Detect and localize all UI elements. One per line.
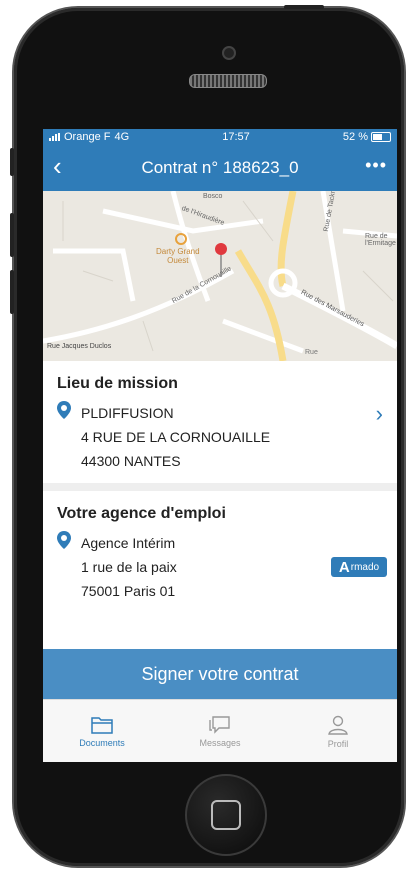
volume-button	[10, 270, 14, 314]
tab-bar: Documents Messages Profil	[43, 699, 397, 762]
front-camera	[222, 46, 236, 60]
map-label-street: Bosco	[203, 193, 223, 200]
app-screen: Orange F 4G 17:57 52 % ‹ Contrat n° 1886…	[43, 129, 397, 762]
agency-name: Agence Intérim	[81, 535, 176, 551]
chevron-right-icon[interactable]: ›	[376, 401, 383, 427]
location-pin-icon	[57, 401, 71, 419]
agency-heading: Votre agence d'emploi	[57, 505, 226, 522]
sign-contract-button[interactable]: Signer votre contrat	[43, 649, 397, 699]
logo-letter: A	[338, 558, 350, 576]
page-title: Contrat n° 188623_0	[141, 158, 299, 177]
mission-street: 4 RUE DE LA CORNOUAILLE	[81, 429, 271, 445]
nav-bar: ‹ Contrat n° 188623_0 •••	[43, 145, 397, 191]
volume-button	[10, 213, 14, 257]
map-label-street: Rue	[305, 349, 318, 356]
tab-documents[interactable]: Documents	[43, 700, 161, 762]
more-options-icon[interactable]: •••	[365, 155, 387, 176]
earpiece-speaker	[189, 74, 267, 88]
network-type: 4G	[114, 131, 130, 143]
phone-frame: Orange F 4G 17:57 52 % ‹ Contrat n° 1886…	[10, 5, 404, 866]
agency-logo: Armado	[331, 557, 387, 577]
map-label-street: Rue Jacques Duclos	[47, 343, 112, 350]
volume-button	[10, 148, 14, 176]
folder-icon	[91, 716, 113, 734]
back-chevron-icon[interactable]: ‹	[53, 153, 62, 179]
tab-profile[interactable]: Profil	[279, 700, 397, 762]
tab-label: Messages	[199, 737, 241, 748]
map-label-poi: Darty Grand Ouest	[156, 247, 200, 265]
user-icon	[328, 715, 348, 735]
chat-icon	[209, 715, 230, 734]
mission-heading: Lieu de mission	[57, 375, 178, 392]
location-map[interactable]: Darty Grand Ouest Bosco Rue de la Cornou…	[43, 191, 397, 361]
agency-section: Votre agence d'emploi Agence Intérim 1 r…	[43, 491, 397, 613]
battery-percent: 52 %	[342, 131, 368, 143]
clock: 17:57	[222, 131, 250, 143]
home-button[interactable]	[185, 774, 267, 856]
agency-street: 1 rue de la paix	[81, 559, 177, 575]
section-divider	[43, 483, 397, 491]
tab-messages[interactable]: Messages	[161, 700, 279, 762]
logo-text: rmado	[350, 561, 380, 573]
power-button	[284, 5, 324, 9]
mission-company: PLDIFFUSION	[81, 405, 174, 421]
map-label-street: Rue de l'Ermitage	[365, 233, 396, 247]
home-square-icon	[211, 800, 241, 830]
location-pin-icon	[57, 531, 71, 549]
mission-section[interactable]: Lieu de mission PLDIFFUSION 4 RUE DE LA …	[43, 361, 397, 483]
battery-icon	[370, 132, 391, 143]
tab-label: Documents	[79, 737, 125, 748]
signal-icon	[49, 133, 60, 141]
agency-city: 75001 Paris 01	[81, 583, 176, 599]
status-bar: Orange F 4G 17:57 52 %	[43, 129, 397, 145]
mission-city: 44300 NANTES	[81, 453, 181, 469]
carrier-name: Orange F	[64, 131, 111, 143]
tab-label: Profil	[327, 738, 349, 749]
